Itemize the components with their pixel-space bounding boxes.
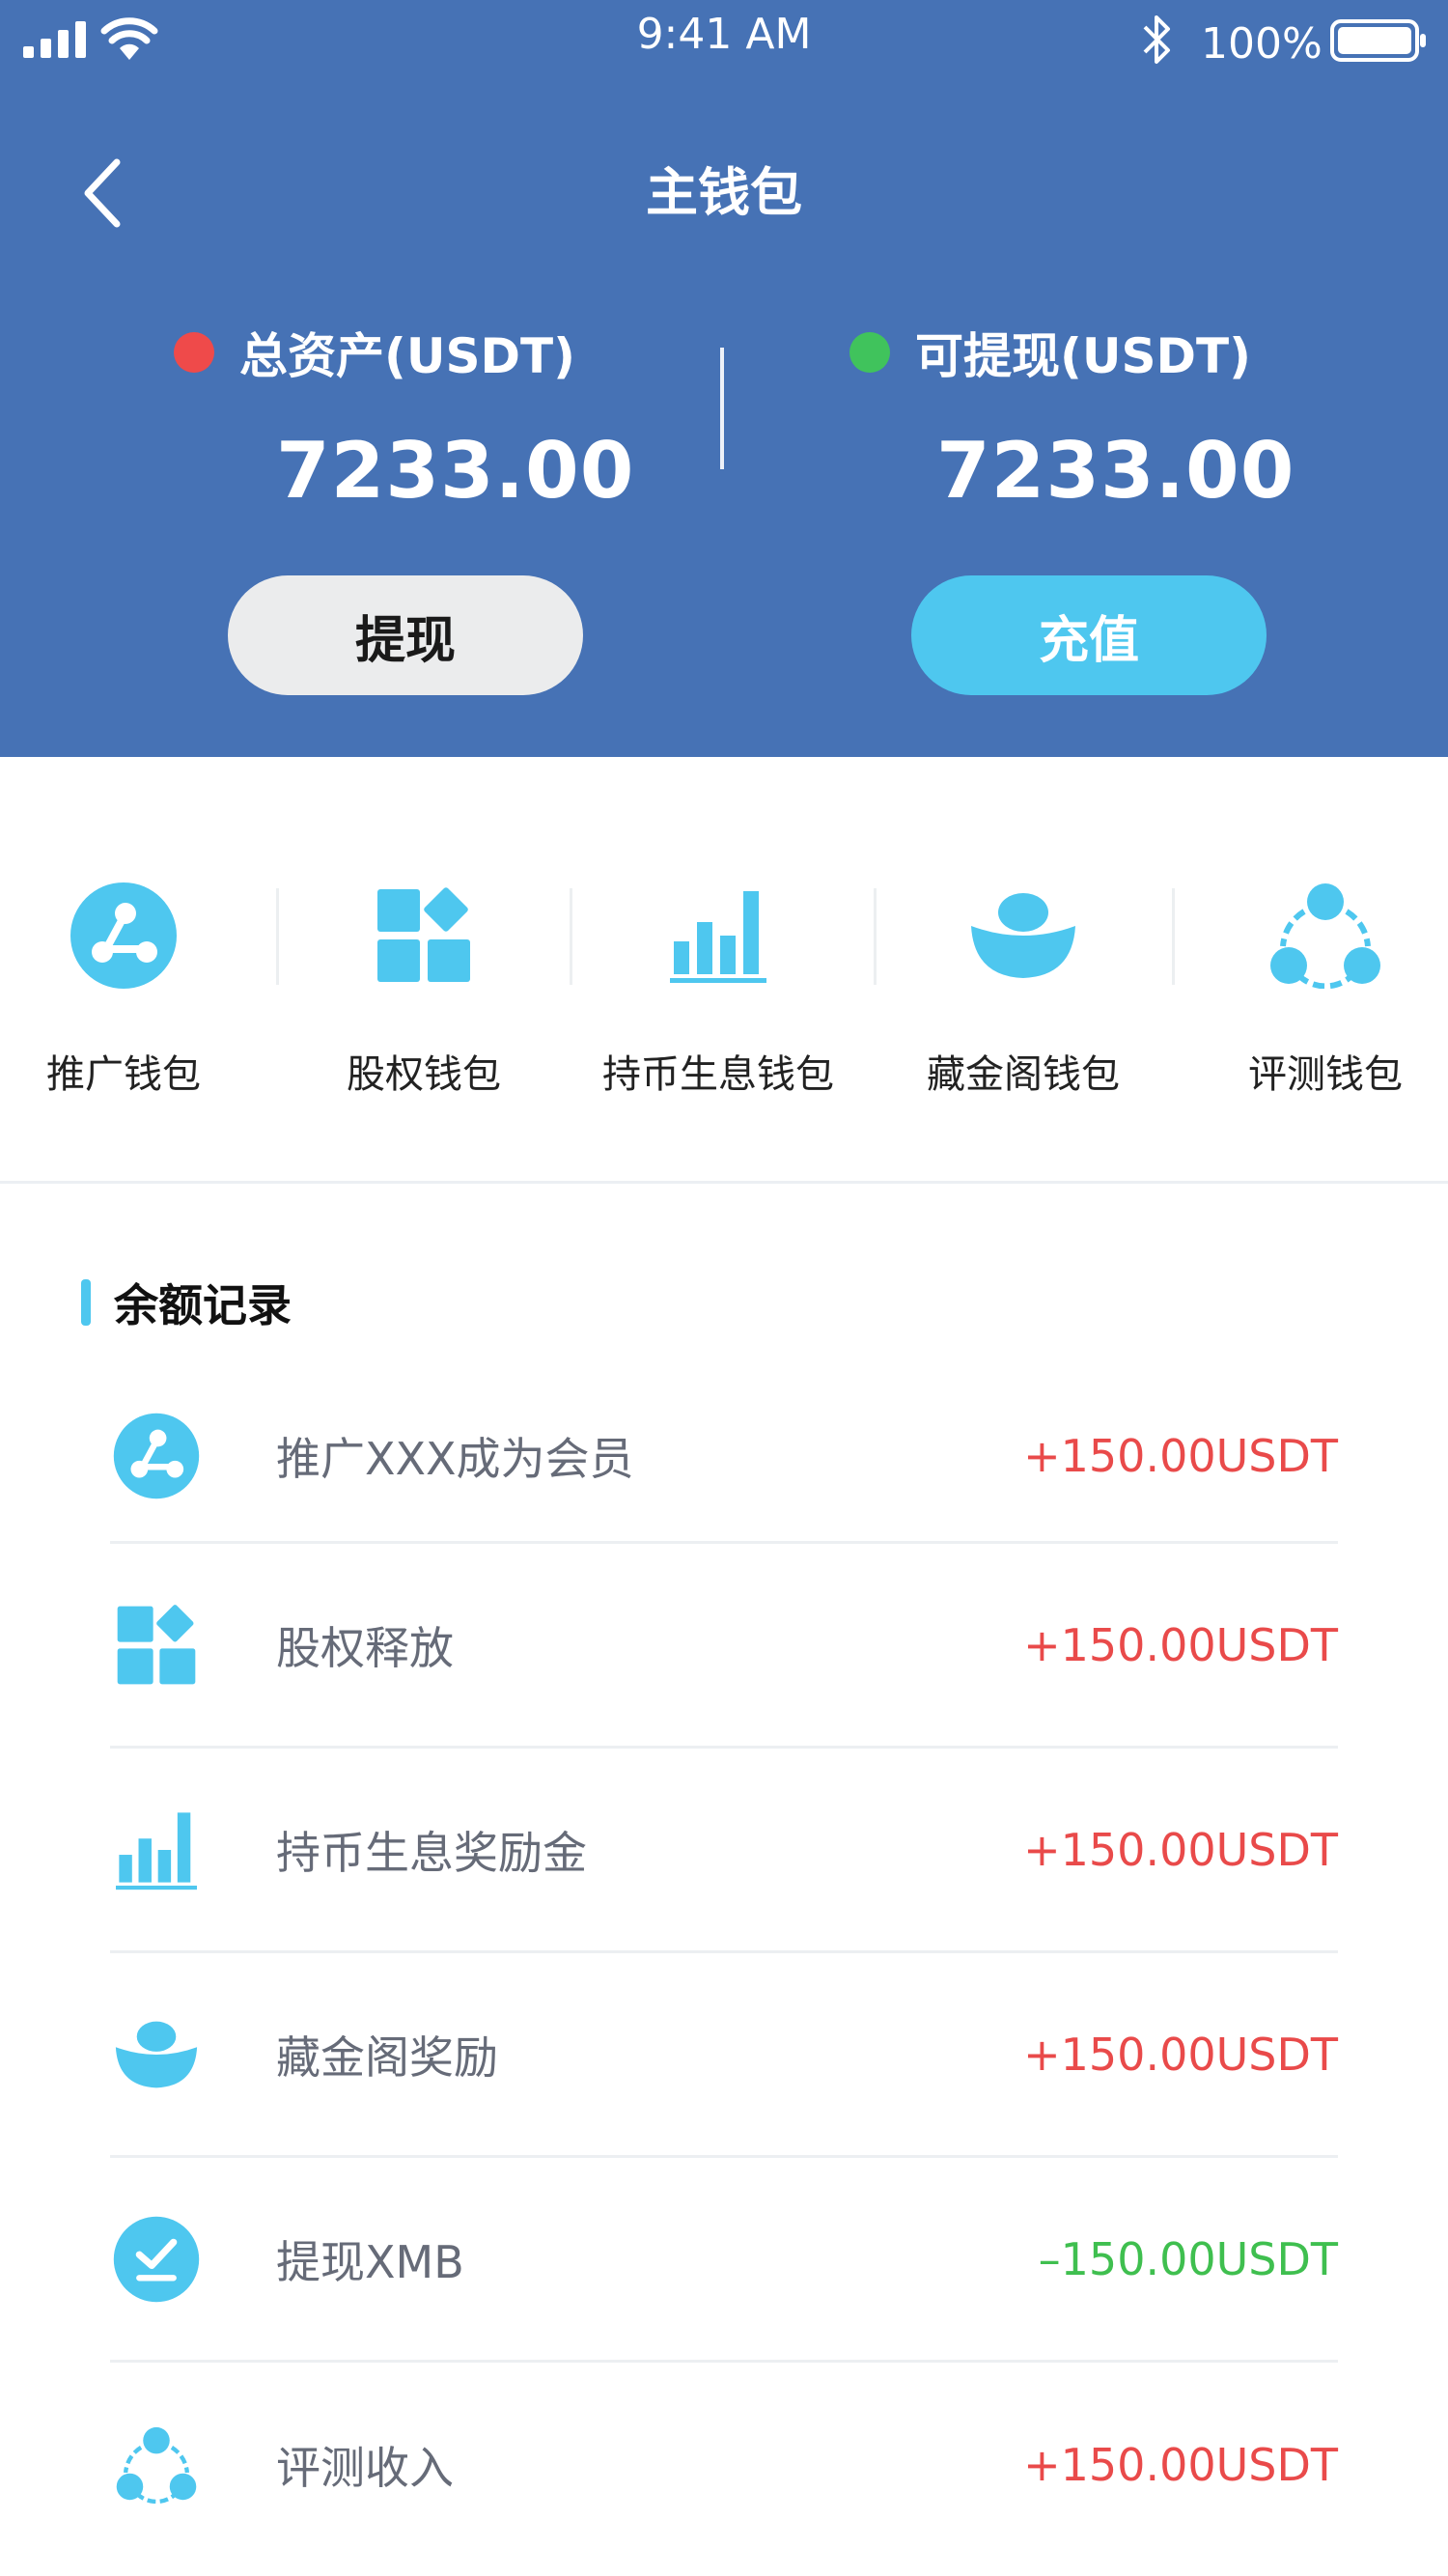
withdrawable-value: 7233.00 — [936, 426, 1295, 516]
shortcut-equity-wallet[interactable]: 股权钱包 — [279, 873, 569, 1099]
record-text: 评测收入 — [276, 2442, 454, 2494]
shortcut-evaluation-wallet[interactable]: 评测钱包 — [1181, 873, 1448, 1099]
network-icon — [116, 2426, 197, 2504]
battery-percent: 100% — [1201, 19, 1323, 69]
battery-icon — [1330, 19, 1426, 62]
red-dot-icon — [174, 332, 214, 373]
record-amount: +150.00USDT — [1023, 1429, 1338, 1482]
withdrawable-label: 可提现(USDT) — [915, 328, 1251, 384]
record-row[interactable]: 持币生息奖励金 +150.00USDT — [110, 1749, 1338, 1953]
withdraw-button[interactable]: 提现 — [228, 575, 583, 695]
record-amount: +150.00USDT — [1023, 1618, 1338, 1671]
shortcut-label: 藏金阁钱包 — [927, 1052, 1120, 1097]
status-bar: 9:41 AM 100% — [0, 0, 1448, 81]
blocks-icon — [117, 1604, 196, 1684]
nav-bar: 主钱包 — [0, 135, 1448, 251]
record-row[interactable]: 提现XMB –150.00USDT — [110, 2158, 1338, 2363]
record-row[interactable]: 藏金阁奖励 +150.00USDT — [110, 1953, 1338, 2158]
shortcut-label: 评测钱包 — [1248, 1052, 1403, 1097]
total-assets-label: 总资产(USDT) — [239, 328, 575, 384]
shortcut-staking-wallet[interactable]: 持币生息钱包 — [573, 873, 863, 1099]
ingot-icon — [971, 893, 1075, 978]
record-text: 股权释放 — [276, 1621, 454, 1674]
shortcut-label: 推广钱包 — [46, 1052, 201, 1097]
shortcut-divider — [276, 888, 279, 985]
shortcut-treasury-wallet[interactable]: 藏金阁钱包 — [878, 873, 1168, 1099]
share-icon — [113, 1413, 200, 1498]
record-amount: –150.00USDT — [1038, 2232, 1338, 2285]
record-amount: +150.00USDT — [1023, 1823, 1338, 1876]
record-list: 推广XXX成为会员 +150.00USDT 股权释放 +150.00USDT 持… — [110, 1370, 1338, 2567]
record-amount: +150.00USDT — [1023, 2439, 1338, 2491]
shortcut-label: 股权钱包 — [347, 1052, 501, 1097]
green-dot-icon — [849, 332, 890, 373]
wallet-shortcuts: 推广钱包 股权钱包 持币生息钱包 藏金阁钱包 评测钱包 — [0, 757, 1448, 1184]
shortcut-divider — [1172, 888, 1175, 985]
record-row[interactable]: 推广XXX成为会员 +150.00USDT — [110, 1370, 1338, 1544]
page-title: 主钱包 — [646, 162, 802, 223]
bar-chart-icon — [116, 1811, 197, 1890]
share-icon — [70, 882, 177, 989]
shortcut-divider — [570, 888, 572, 985]
bar-chart-icon — [670, 891, 766, 983]
withdraw-check-icon — [113, 2216, 200, 2302]
total-assets: 总资产(USDT) 7233.00 — [174, 314, 676, 516]
shortcut-divider — [874, 888, 877, 985]
deposit-button[interactable]: 充值 — [911, 575, 1267, 695]
total-assets-value: 7233.00 — [276, 426, 635, 516]
record-text: 提现XMB — [276, 2235, 464, 2288]
withdrawable-assets: 可提现(USDT) 7233.00 — [849, 314, 1351, 516]
shortcut-label: 持币生息钱包 — [602, 1052, 834, 1097]
balance-records: 余额记录 推广XXX成为会员 +150.00USDT 股权释放 +150.00U… — [0, 1184, 1448, 2576]
title-accent-bar — [81, 1279, 91, 1326]
blocks-icon — [377, 887, 470, 982]
ingot-icon — [115, 2021, 198, 2087]
record-row[interactable]: 评测收入 +150.00USDT — [110, 2363, 1338, 2567]
network-icon — [1270, 883, 1380, 989]
records-title: 余额记录 — [114, 1279, 292, 1331]
asset-divider — [720, 348, 724, 469]
record-text: 推广XXX成为会员 — [276, 1432, 634, 1485]
shortcut-promotion-wallet[interactable]: 推广钱包 — [0, 873, 268, 1099]
record-row[interactable]: 股权释放 +150.00USDT — [110, 1544, 1338, 1749]
record-text: 藏金阁奖励 — [276, 2030, 498, 2084]
wallet-header: 9:41 AM 100% 主钱包 总资产(USDT) 7233.00 可提现(U… — [0, 0, 1448, 757]
section-title: 余额记录 — [81, 1271, 292, 1334]
record-amount: +150.00USDT — [1023, 2028, 1338, 2081]
record-text: 持币生息奖励金 — [276, 1826, 587, 1879]
bluetooth-icon — [1143, 15, 1170, 64]
